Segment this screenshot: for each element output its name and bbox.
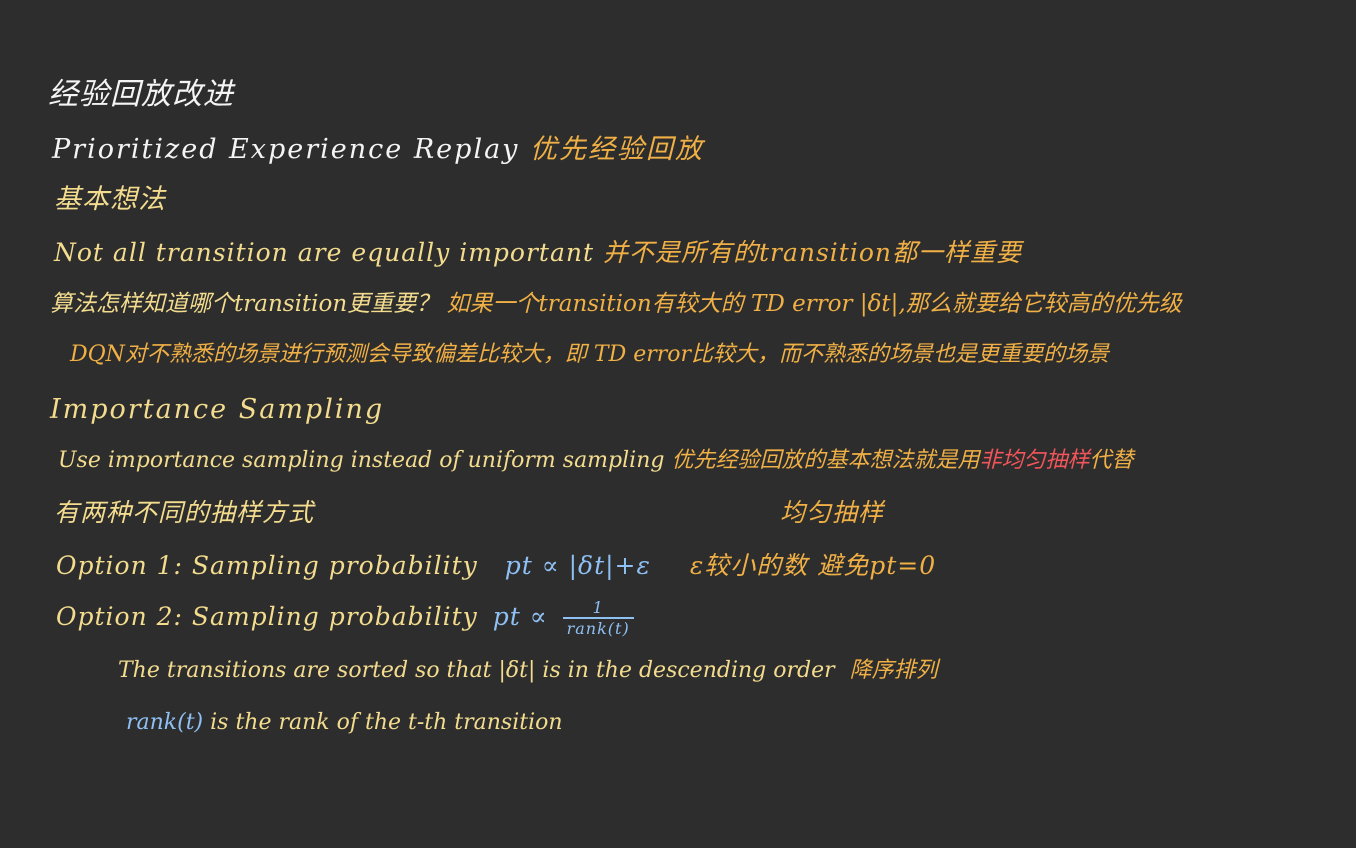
line-dqn-unfamiliar: DQN对不熟悉的场景进行预测会导致偏差比较大，即 TD error比较大，而不熟… <box>70 338 1109 372</box>
line4-red-text: 非均匀抽样 <box>979 448 1090 473</box>
line6-en-text: The transitions are sorted so that |δt| … <box>118 658 835 683</box>
importance-heading-text: Importance Sampling <box>50 394 385 425</box>
line-sorted-descending: The transitions are sorted so that |δt| … <box>118 654 938 688</box>
per-heading-line: Prioritized Experience Replay 优先经验回放 <box>52 133 704 167</box>
basic-idea-text: 基本想法 <box>54 184 166 215</box>
line-uniform-sampling-cont: 均匀抽样 <box>780 496 884 530</box>
line2-answer-text: 如果一个transition有较大的 TD error |δt|,那么就要给它较… <box>446 291 1182 317</box>
per-heading-text: Prioritized Experience Replay <box>52 134 520 165</box>
line-two-sampling-methods: 有两种不同的抽样方式 <box>54 496 314 530</box>
option2-formula-text: pt ∝ <box>492 602 548 631</box>
option1-formula-text: pt ∝ |δt|+ε <box>504 551 651 580</box>
option2-label-text: Option 2: Sampling probability <box>56 602 478 631</box>
option2-line: Option 2: Sampling probability pt ∝ 1 ra… <box>56 600 634 637</box>
option1-line: Option 1: Sampling probability pt ∝ |δt|… <box>56 549 936 583</box>
line4-en-text: Use importance sampling instead of unifo… <box>58 448 665 473</box>
line6-cn-text: 降序排列 <box>849 658 938 683</box>
title-text: 经验回放改进 <box>48 77 234 112</box>
line1-cn-text: 并不是所有的transition都一样重要 <box>602 238 1022 267</box>
line-rank-definition: rank(t) is the rank of the t-th transiti… <box>126 706 563 740</box>
notes-title: 经验回放改进 <box>48 78 234 112</box>
line-not-all-transitions: Not all transition are equally important… <box>54 236 1022 270</box>
per-heading-cn-text: 优先经验回放 <box>530 134 705 165</box>
line4-cn-cont-text: 均匀抽样 <box>780 498 885 527</box>
line2-question-text: 算法怎样知道哪个transition更重要？ <box>50 291 440 317</box>
fraction-numerator: 1 <box>592 598 604 617</box>
option1-label-text: Option 1: Sampling probability <box>56 551 478 580</box>
handwritten-notes-canvas: 经验回放改进 Prioritized Experience Replay 优先经… <box>0 0 1356 848</box>
line-which-more-important: 算法怎样知道哪个transition更重要？ 如果一个transition有较大… <box>50 287 1182 321</box>
line4-cn-text: 优先经验回放的基本想法就是用 <box>671 448 980 473</box>
option2-fraction: 1 rank(t) <box>562 598 634 637</box>
line7-rest-text: is the rank of the t-th transition <box>210 710 563 735</box>
importance-sampling-heading: Importance Sampling <box>50 393 384 427</box>
fraction-denominator: rank(t) <box>562 617 634 637</box>
line1-en-text: Not all transition are equally important <box>54 238 594 267</box>
option1-note-text: ε较小的数 避免pt=0 <box>689 551 937 580</box>
line-use-importance-sampling: Use importance sampling instead of unifo… <box>58 444 1134 478</box>
line5-text: 有两种不同的抽样方式 <box>54 498 315 527</box>
line3-text: DQN对不熟悉的场景进行预测会导致偏差比较大，即 TD error比较大，而不熟… <box>70 342 1110 367</box>
basic-idea-heading: 基本想法 <box>54 183 166 217</box>
line7-rank-text: rank(t) <box>126 710 204 735</box>
line4-cn-end-text: 代替 <box>1089 448 1134 473</box>
